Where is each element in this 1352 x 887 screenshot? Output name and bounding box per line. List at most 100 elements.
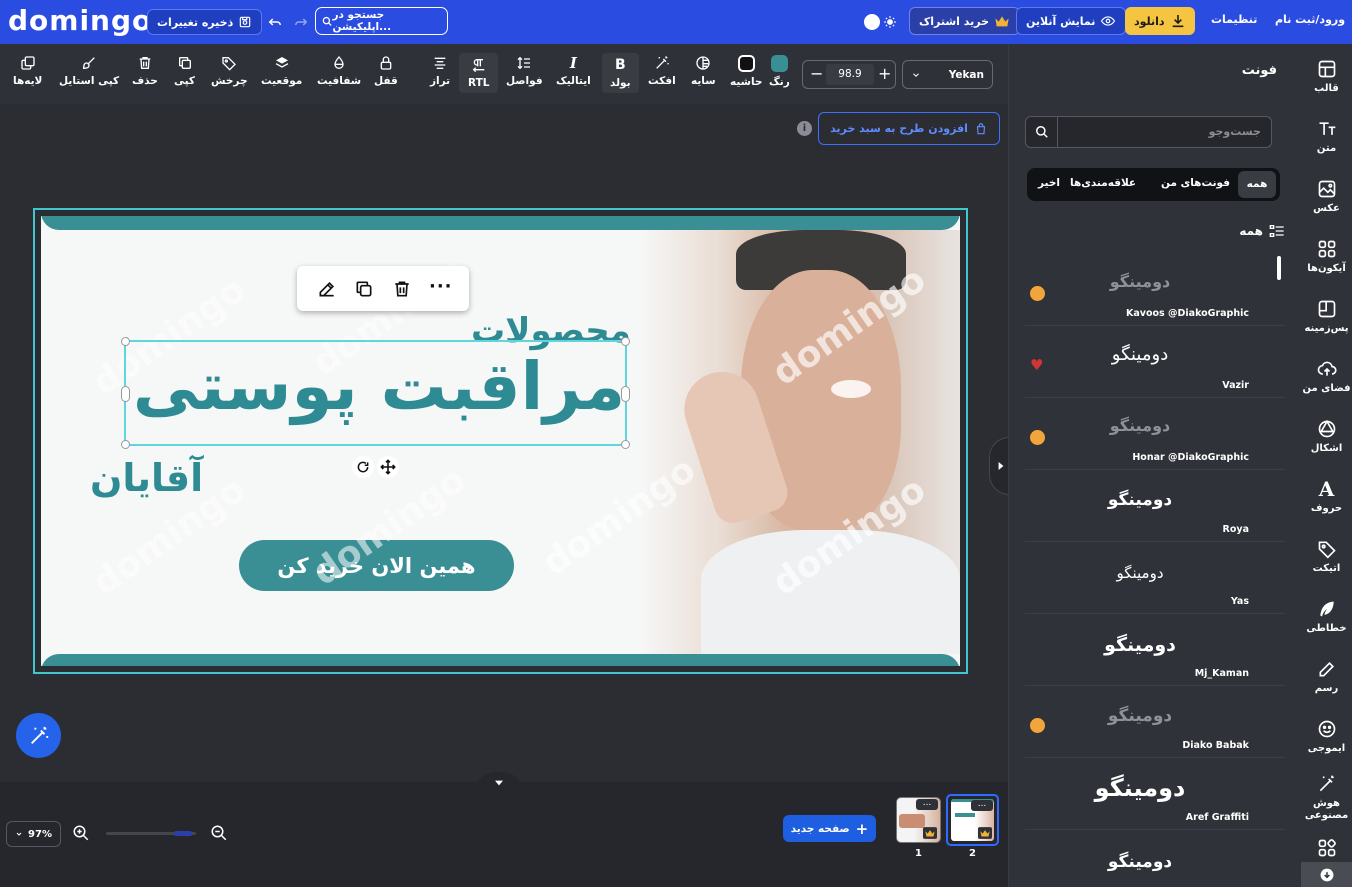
tool-shadow[interactable]: سایه xyxy=(691,55,716,87)
tool-opacity[interactable]: شفافیت xyxy=(317,55,361,87)
tool-effect[interactable]: افکت xyxy=(648,55,676,87)
cart-icon xyxy=(976,122,986,134)
zoom-select[interactable]: 97% xyxy=(6,821,61,847)
delete-icon[interactable] xyxy=(392,279,412,299)
thumb-more-icon[interactable]: ... xyxy=(916,799,938,810)
rail-emoji[interactable]: ایموجی xyxy=(1301,719,1352,755)
chevron-down-icon xyxy=(16,832,22,836)
tool-rotate[interactable]: چرخش xyxy=(211,55,248,87)
font-item[interactable]: دومینگو Kavoos @DiakoGraphic xyxy=(1025,254,1285,326)
font-family-select[interactable]: Yekan xyxy=(902,60,993,89)
shapes-icon xyxy=(1318,419,1335,438)
rail-ai[interactable]: هوش مصنوعی xyxy=(1301,774,1352,822)
magic-wand-icon xyxy=(30,726,48,744)
filter-all[interactable]: همه xyxy=(1238,171,1276,198)
more-icon[interactable]: ··· xyxy=(429,276,453,297)
tool-position[interactable]: موقعیت xyxy=(261,55,302,87)
page-thumbnail[interactable]: ... xyxy=(896,797,941,843)
rail-letters[interactable]: A حروف xyxy=(1301,479,1352,515)
app-search-input[interactable]: جستجو در اپلیکیشن... xyxy=(332,9,441,33)
tool-copy[interactable]: کپی xyxy=(174,55,195,87)
resize-handle[interactable] xyxy=(121,386,130,402)
font-item[interactable]: دومینگو Yas xyxy=(1025,542,1285,614)
font-item[interactable]: دومینگو Mj_Kaman xyxy=(1025,614,1285,686)
page-thumbnail-active[interactable]: ... xyxy=(946,794,999,846)
rail-my-space[interactable]: فضای من xyxy=(1301,359,1352,395)
magic-fab-button[interactable] xyxy=(16,713,61,758)
new-page-button[interactable]: صفحه جدید + xyxy=(783,815,876,842)
plus-icon: + xyxy=(855,819,869,838)
rail-draw[interactable]: رسم xyxy=(1301,659,1352,695)
font-size-stepper[interactable]: − 98.9 + xyxy=(802,60,896,89)
font-item[interactable]: دومینگو xyxy=(1025,830,1285,887)
premium-badge-icon xyxy=(1030,430,1045,445)
tool-spacing[interactable]: فواصل xyxy=(506,55,543,87)
app-search-box[interactable]: جستجو در اپلیکیشن... xyxy=(315,7,448,35)
tool-delete[interactable]: حذف xyxy=(132,55,158,87)
rail-more[interactable] xyxy=(1301,838,1352,858)
rail-image[interactable]: عکس xyxy=(1301,179,1352,215)
canvas-area: افزودن طرح به سبد خرید i محصولات مراقبت … xyxy=(0,104,1011,782)
increase-size-button[interactable]: + xyxy=(878,64,891,83)
font-item[interactable]: دومینگو Diako Babak xyxy=(1025,686,1285,758)
resize-handle[interactable] xyxy=(121,440,130,449)
zoom-slider[interactable] xyxy=(106,831,196,836)
tool-color[interactable]: رنگ xyxy=(769,55,790,88)
design-line-men[interactable]: آقایان xyxy=(90,456,203,500)
tool-lock[interactable]: قفل xyxy=(374,55,398,87)
rail-template[interactable]: قالب xyxy=(1301,59,1352,95)
resize-handle[interactable] xyxy=(121,337,130,346)
tool-copy-style[interactable]: کپی استایل xyxy=(59,55,119,87)
filter-favorites[interactable]: علاقه‌مندی‌ها xyxy=(1070,177,1136,189)
settings-link[interactable]: تنظیمات xyxy=(1211,13,1257,26)
rail-text[interactable]: متن xyxy=(1301,119,1352,155)
effect-wand-icon xyxy=(656,56,669,69)
login-link[interactable]: ورود/ثبت نام xyxy=(1275,13,1345,26)
font-size-value[interactable]: 98.9 xyxy=(826,64,874,85)
chevron-down-icon xyxy=(495,780,503,786)
undo-icon[interactable] xyxy=(266,13,284,31)
online-preview-button[interactable]: نمایش آنلاین xyxy=(1016,7,1127,35)
zoom-out-icon[interactable] xyxy=(210,824,228,842)
rail-calligraphy[interactable]: خطاطی xyxy=(1301,599,1352,635)
rail-icons[interactable]: آیکون‌ها xyxy=(1301,239,1352,275)
filter-my-fonts[interactable]: فونت‌های من xyxy=(1161,177,1230,189)
font-search-input[interactable]: جست‌وجو xyxy=(1209,125,1261,138)
resize-handle[interactable] xyxy=(621,440,630,449)
rail-scroll-down-button[interactable] xyxy=(1301,862,1352,887)
thumb-more-icon[interactable]: ... xyxy=(971,800,993,811)
font-item[interactable]: دومینگو Roya xyxy=(1025,470,1285,542)
edit-icon[interactable] xyxy=(317,279,337,299)
info-icon[interactable]: i xyxy=(797,121,812,136)
font-search-box[interactable]: جست‌وجو xyxy=(1025,116,1272,148)
rotate-handle[interactable] xyxy=(352,456,374,478)
filter-recent[interactable]: اخیر xyxy=(1038,177,1060,189)
redo-icon[interactable] xyxy=(292,13,310,31)
duplicate-icon[interactable] xyxy=(354,279,374,299)
move-handle[interactable] xyxy=(377,456,399,478)
font-item[interactable]: دومینگو Honar @DiakoGraphic xyxy=(1025,398,1285,470)
zoom-in-icon[interactable] xyxy=(72,824,90,842)
selection-box[interactable] xyxy=(121,337,630,449)
rail-shapes[interactable]: اشکال xyxy=(1301,419,1352,455)
tool-rtl[interactable]: RTL xyxy=(459,53,499,93)
font-item[interactable]: دومینگو Aref Graffiti xyxy=(1025,758,1285,830)
font-item[interactable]: دومینگو Vazir ♥ xyxy=(1025,326,1285,398)
rail-background[interactable]: پس‌زمینه xyxy=(1301,299,1352,335)
resize-handle[interactable] xyxy=(621,386,630,402)
save-changes-button[interactable]: ذخیره تغییرات xyxy=(147,9,263,35)
subscribe-button[interactable]: خرید اشتراک xyxy=(909,7,1021,35)
tool-italic[interactable]: I ایتالیک xyxy=(556,55,591,87)
add-to-cart-button[interactable]: افزودن طرح به سبد خرید xyxy=(818,112,1000,145)
tool-layers[interactable]: لایه‌ها xyxy=(13,55,42,87)
domingo-logo[interactable]: domingo xyxy=(8,4,152,37)
tool-bold[interactable]: B بولد xyxy=(602,53,639,93)
tool-border[interactable]: حاشیه xyxy=(730,55,763,88)
decrease-size-button[interactable]: − xyxy=(810,64,823,83)
resize-handle[interactable] xyxy=(621,337,630,346)
tool-align[interactable]: تراز xyxy=(430,55,450,87)
font-search-button[interactable] xyxy=(1026,117,1058,147)
rail-tags[interactable]: اتیکت xyxy=(1301,539,1352,575)
theme-toggle[interactable] xyxy=(862,12,900,32)
download-button[interactable]: دانلود xyxy=(1125,7,1195,35)
